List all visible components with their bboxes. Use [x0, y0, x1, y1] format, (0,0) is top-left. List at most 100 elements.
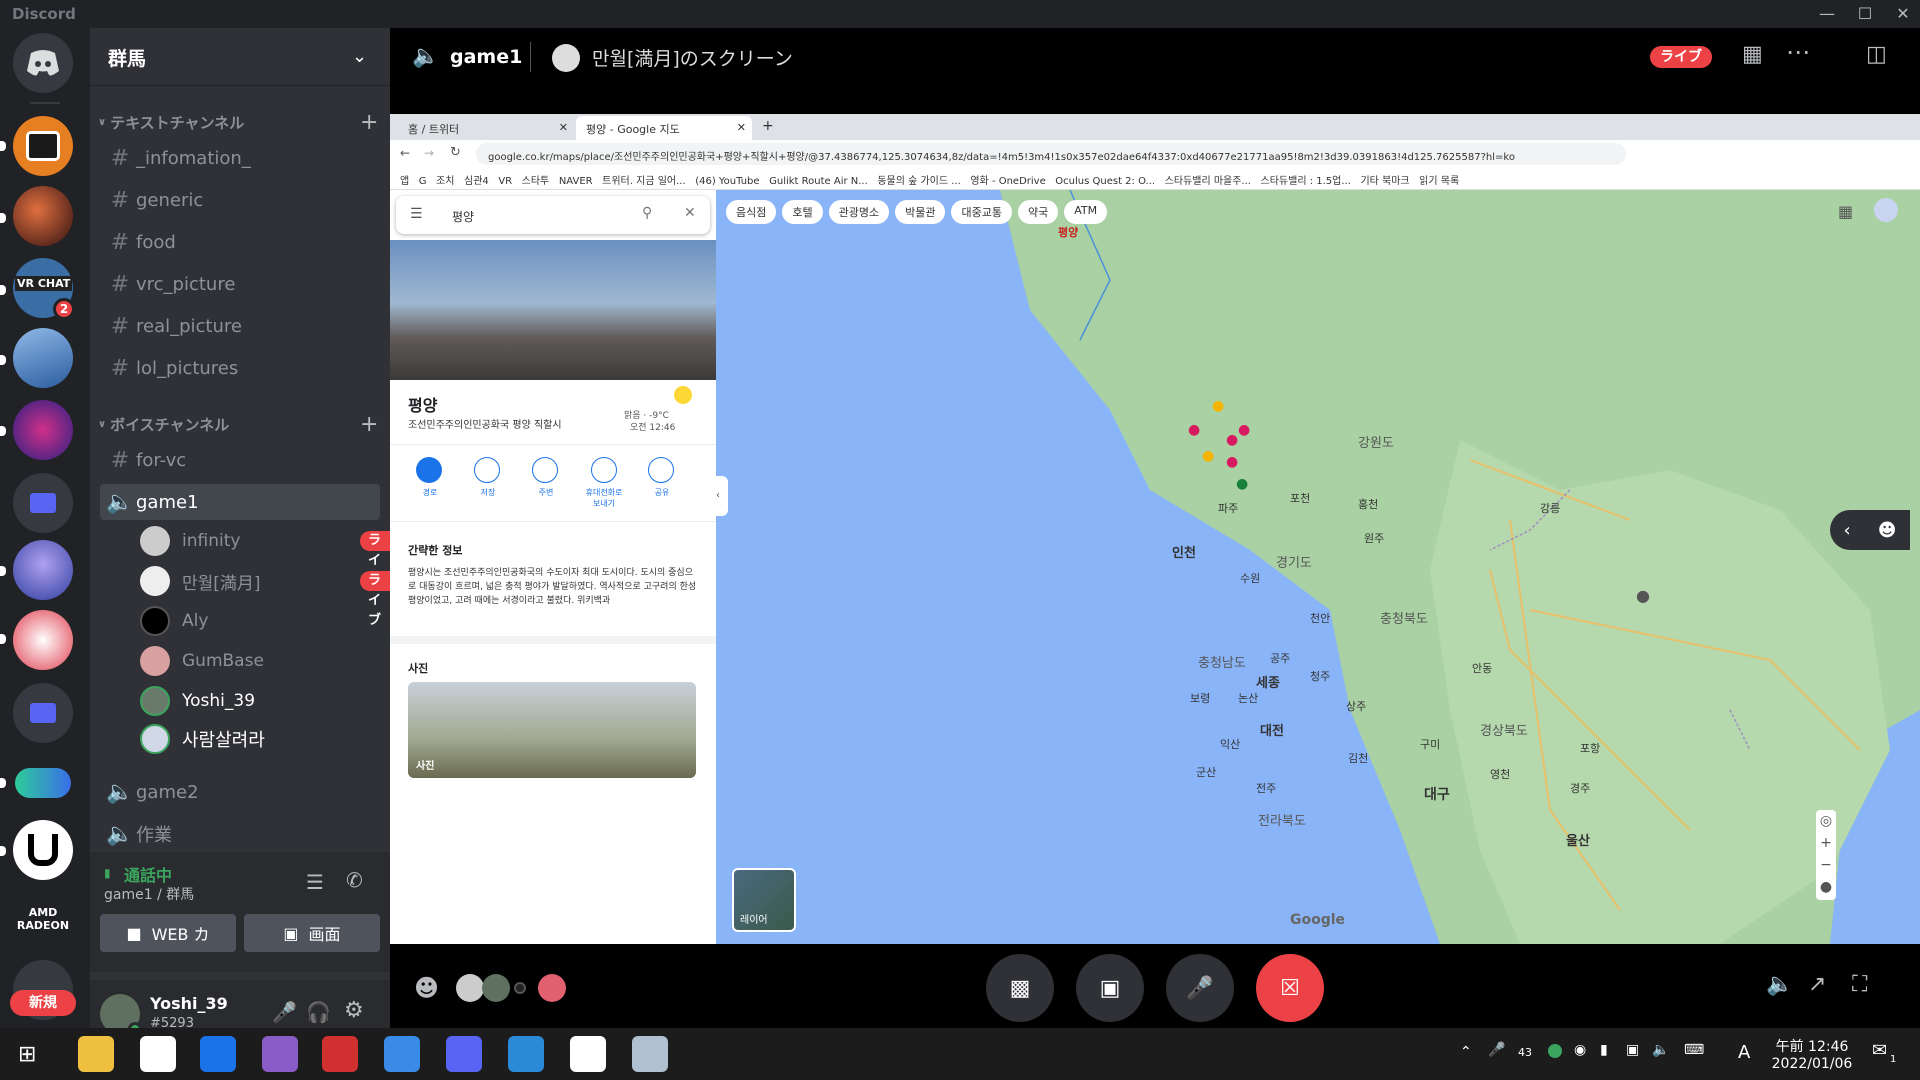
voice-user[interactable]: Aly	[140, 604, 400, 638]
apps-grid-icon[interactable]: ▦	[1838, 202, 1853, 221]
bookmark-item[interactable]: G	[419, 176, 427, 187]
map-pin-icon[interactable]: ●	[1226, 432, 1238, 448]
app-icon[interactable]	[508, 1036, 544, 1072]
tray-status-icon[interactable]	[1548, 1044, 1562, 1058]
battery-icon[interactable]: ▮	[1600, 1042, 1608, 1058]
discord-taskbar-icon[interactable]	[446, 1036, 482, 1072]
compass-icon[interactable]: ◎	[1816, 810, 1836, 832]
signal-icon[interactable]: ▮	[104, 866, 118, 880]
maximize-icon[interactable]: ☐	[1848, 0, 1882, 28]
windows-start-icon[interactable]: ⊞	[18, 1042, 36, 1067]
chip-attractions[interactable]: 관광명소	[828, 200, 890, 224]
camera-button[interactable]: ▩	[986, 954, 1054, 1022]
map-pin-icon[interactable]: ●	[1188, 422, 1200, 438]
disconnect-icon[interactable]: ✆	[346, 868, 363, 892]
chip-pharmacy[interactable]: 약국	[1017, 200, 1059, 224]
bookmark-item[interactable]: VR	[498, 176, 512, 187]
chip-museum[interactable]: 박물관	[895, 200, 946, 224]
bookmark-item[interactable]: 동물의 숲 가이드 ...	[877, 176, 960, 187]
gear-icon[interactable]: ⚙	[344, 998, 364, 1023]
close-icon[interactable]: ✕	[684, 205, 696, 221]
inbox-icon[interactable]: ◫	[1866, 42, 1887, 67]
google-map[interactable]: 평양 파주 인천 수원 강원도 경기도 충청북도 충청남도 세종 대전 청주 경…	[390, 190, 1920, 944]
tray-chevron-icon[interactable]: ⌃	[1460, 1044, 1472, 1060]
server-avatar-5[interactable]	[13, 540, 73, 600]
nearby-action[interactable]: 주변	[532, 457, 560, 498]
chip-transit[interactable]: 대중교통	[951, 200, 1012, 224]
steam-icon[interactable]: ◉	[1574, 1042, 1586, 1058]
oculus-icon[interactable]	[570, 1036, 606, 1072]
pegman-icon[interactable]: ●	[1636, 586, 1650, 605]
mail-server-icon[interactable]	[13, 116, 73, 176]
bookmark-item[interactable]: 기타 북마크	[1360, 176, 1409, 187]
voice-user[interactable]: GumBase	[140, 644, 400, 678]
zoom-out-button[interactable]: −	[1816, 854, 1836, 876]
channel-food[interactable]: # food	[100, 224, 380, 260]
directions-action[interactable]: 경로	[416, 457, 444, 498]
bookmark-item[interactable]: 스타듀밸리 : 1.5업...	[1261, 176, 1351, 187]
volume-icon[interactable]: 🔈	[1652, 1042, 1669, 1058]
stop-stream-button[interactable]: ☒	[1256, 954, 1324, 1022]
voice-user[interactable]: 만월[満月] ライブ	[140, 564, 400, 628]
channel-for-vc[interactable]: # for-vc	[100, 442, 380, 478]
add-channel-icon[interactable]: +	[360, 110, 378, 135]
collapse-panel-button[interactable]: ‹	[716, 476, 728, 516]
screen-share-button[interactable]: ▣ 画面	[244, 914, 380, 952]
send-to-phone-action[interactable]: 휴대전화로 보내기	[584, 457, 624, 509]
toggle-server-icon[interactable]	[13, 753, 73, 813]
voice-user[interactable]: infinityライブ	[140, 524, 400, 588]
vivaldi-icon[interactable]	[322, 1036, 358, 1072]
u-server-icon[interactable]	[13, 820, 73, 880]
firefox-icon[interactable]	[384, 1036, 420, 1072]
folder-icon[interactable]	[13, 473, 73, 533]
back-icon[interactable]: ←	[400, 146, 410, 160]
mail-icon[interactable]	[200, 1036, 236, 1072]
bookmark-item[interactable]: 스타투	[522, 176, 550, 187]
chip-hotel[interactable]: 호텔	[782, 200, 823, 224]
channel-infomation[interactable]: # _infomation_	[100, 140, 380, 176]
popout-icon[interactable]: ↗	[1808, 972, 1826, 997]
participant-avatar[interactable]	[538, 974, 566, 1002]
channel-real-picture[interactable]: # real_picture	[100, 308, 380, 344]
minimize-icon[interactable]: —	[1810, 0, 1844, 28]
screen-share-button[interactable]: ▣	[1076, 954, 1144, 1022]
participant-avatar[interactable]	[514, 982, 526, 994]
close-icon[interactable]: ✕	[737, 121, 746, 134]
save-action[interactable]: 저장	[474, 457, 502, 498]
zoom-in-button[interactable]: +	[1816, 832, 1836, 854]
microphone-button[interactable]: 🎤	[1166, 954, 1234, 1022]
server-header[interactable]: 群馬 ⌄	[90, 28, 390, 86]
text-category[interactable]: ∨ テキストチャンネル +	[98, 110, 378, 135]
close-icon[interactable]: ✕	[559, 121, 568, 134]
add-channel-icon[interactable]: +	[360, 412, 378, 437]
search-input[interactable]: 평양	[452, 208, 474, 225]
menu-icon[interactable]: ☰	[410, 206, 423, 222]
grid-layout-icon[interactable]: ▦	[1742, 42, 1763, 67]
network-icon[interactable]: ▣	[1626, 1042, 1639, 1058]
server-avatar-4[interactable]	[13, 400, 73, 460]
participant-avatar[interactable]	[456, 974, 484, 1002]
ime-indicator[interactable]: A	[1738, 1042, 1750, 1063]
map-pin-icon[interactable]: ●	[1202, 448, 1214, 464]
chip-atm[interactable]: ATM	[1064, 200, 1108, 224]
map-pin-icon[interactable]: ●	[1238, 422, 1250, 438]
layer-button[interactable]: 레이어	[732, 868, 796, 932]
noise-suppression-icon[interactable]: ☰	[306, 870, 324, 894]
visual-studio-icon[interactable]	[262, 1036, 298, 1072]
bookmark-item[interactable]: Gulikt Route Air N...	[769, 176, 868, 187]
voice-category[interactable]: ∨ ボイスチャンネル +	[98, 412, 378, 437]
microphone-icon[interactable]: 🎤	[272, 1000, 297, 1024]
url-input[interactable]: google.co.kr/maps/place/조선민주주의인민공화국+평양+직…	[476, 143, 1626, 165]
video-button[interactable]: ■ WEB カ	[100, 914, 236, 952]
reload-icon[interactable]: ↻	[450, 145, 461, 160]
chip-restaurant[interactable]: 음식점	[726, 200, 777, 224]
voice-user-self[interactable]: Yoshi_39	[140, 684, 400, 718]
map-pin-icon[interactable]: ●	[1212, 398, 1224, 414]
keyboard-icon[interactable]: ⌨	[1684, 1042, 1704, 1058]
map-pin-icon[interactable]: ●	[1226, 454, 1238, 470]
voice-user[interactable]: 사람살려라	[140, 722, 400, 756]
browser-tab-active[interactable]: 평양 - Google 지도 ✕	[576, 116, 752, 140]
close-icon[interactable]: ✕	[1886, 0, 1920, 28]
bookmark-item[interactable]: 스타듀밸리 마을주...	[1165, 176, 1251, 187]
amd-radeon-server-icon[interactable]: AMD RADEON	[13, 890, 73, 950]
